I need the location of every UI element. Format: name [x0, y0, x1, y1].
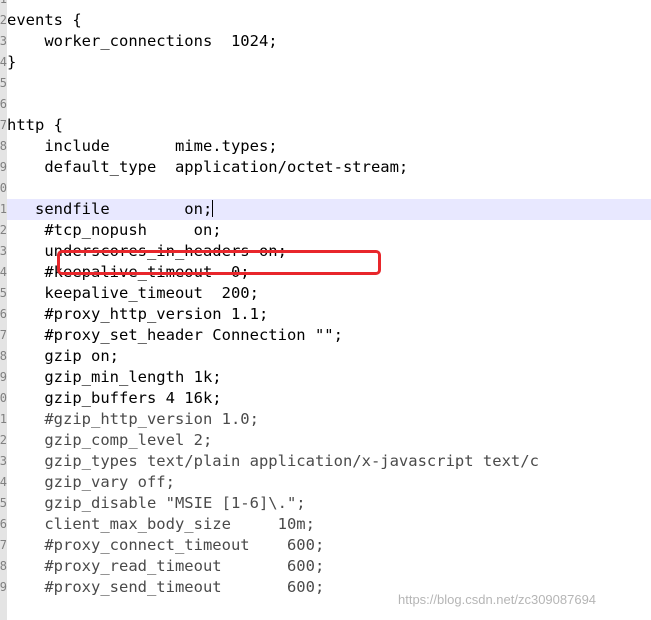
code-line[interactable]: gzip_comp_level 2; [7, 430, 651, 451]
code-line-text: gzip_vary off; [7, 473, 175, 491]
code-line[interactable]: gzip_types text/plain application/x-java… [7, 451, 651, 472]
line-number: 6 [0, 517, 7, 531]
line-number-gutter: 1 2 3 4 5 6 7 8 9 0 1 2 3 4 5 6 7 8 9 0 1 2 3 4 5 6 7 8 9 [0, 0, 7, 620]
line-number: 3 [0, 244, 7, 258]
code-line[interactable]: #tcp_nopush on; [7, 220, 651, 241]
code-line[interactable]: keepalive_timeout 200; [7, 283, 651, 304]
code-line[interactable]: #proxy_connect_timeout 600; [7, 535, 651, 556]
line-number: 2 [0, 433, 7, 447]
line-number: 8 [0, 139, 7, 153]
line-number: 2 [0, 223, 7, 237]
code-line[interactable]: gzip on; [7, 346, 651, 367]
line-number: 0 [0, 391, 7, 405]
code-line[interactable]: #proxy_set_header Connection ""; [7, 325, 651, 346]
code-line[interactable]: #gzip_http_version 1.0; [7, 409, 651, 430]
line-number: 9 [0, 580, 7, 594]
line-number: 1 [0, 202, 7, 216]
line-number: 3 [0, 454, 7, 468]
code-line[interactable] [7, 0, 651, 10]
code-line[interactable]: include mime.types; [7, 136, 651, 157]
code-line-text: include mime.types; [7, 137, 278, 155]
code-line-text: sendfile on; [7, 200, 213, 218]
code-line[interactable]: gzip_disable "MSIE [1-6]\."; [7, 493, 651, 514]
code-line-text: client_max_body_size 10m; [7, 515, 315, 533]
code-line-text: keepalive_timeout 200; [7, 284, 259, 302]
code-line-text: #proxy_http_version 1.1; [7, 305, 269, 323]
line-number: 5 [0, 76, 7, 90]
line-number: 5 [0, 496, 7, 510]
code-line[interactable]: #keepalive_timeout 0; [7, 262, 651, 283]
code-line[interactable] [7, 94, 651, 115]
line-number: 7 [0, 328, 7, 342]
code-line-text: gzip on; [7, 347, 119, 365]
code-line-text: gzip_disable "MSIE [1-6]\."; [7, 494, 306, 512]
line-number: 1 [0, 412, 7, 426]
line-number: 4 [0, 265, 7, 279]
code-line[interactable]: } [7, 52, 651, 73]
code-editor[interactable]: 1 2 3 4 5 6 7 8 9 0 1 2 3 4 5 6 7 8 9 0 1 2 3 4 5 6 7 8 9 events { w… [0, 0, 651, 620]
code-line[interactable]: gzip_vary off; [7, 472, 651, 493]
code-line-text: } [7, 53, 17, 71]
line-number: 6 [0, 97, 7, 111]
line-number: 4 [0, 55, 7, 69]
line-number: 6 [0, 307, 7, 321]
line-number: 7 [0, 538, 7, 552]
code-line[interactable]: client_max_body_size 10m; [7, 514, 651, 535]
code-line-text: #proxy_read_timeout 600; [7, 557, 325, 575]
code-line-text: #gzip_http_version 1.0; [7, 410, 259, 428]
code-line[interactable]: http { [7, 115, 651, 136]
line-number: 8 [0, 349, 7, 363]
code-line-text: gzip_types text/plain application/x-java… [7, 452, 539, 470]
line-number: 0 [0, 181, 7, 195]
code-line[interactable] [7, 178, 651, 199]
code-line-text: #tcp_nopush on; [7, 221, 222, 239]
line-number: 9 [0, 160, 7, 174]
code-line[interactable]: worker_connections 1024; [7, 31, 651, 52]
code-line-text: worker_connections 1024; [7, 32, 278, 50]
line-number: 3 [0, 34, 7, 48]
code-line[interactable]: sendfile on; [7, 199, 651, 220]
code-line[interactable]: gzip_min_length 1k; [7, 367, 651, 388]
line-number: 8 [0, 559, 7, 573]
code-line-text: #proxy_connect_timeout 600; [7, 536, 325, 554]
code-line[interactable] [7, 73, 651, 94]
code-line-text: gzip_buffers 4 16k; [7, 389, 222, 407]
code-line-text: underscores_in_headers on; [7, 242, 287, 260]
line-number: 2 [0, 13, 7, 27]
line-number: 1 [0, 0, 7, 10]
code-line-text: gzip_comp_level 2; [7, 431, 213, 449]
code-line[interactable]: gzip_buffers 4 16k; [7, 388, 651, 409]
code-line[interactable]: events { [7, 10, 651, 31]
line-number: 4 [0, 475, 7, 489]
code-line-text: default_type application/octet-stream; [7, 158, 409, 176]
code-line[interactable]: default_type application/octet-stream; [7, 157, 651, 178]
code-line-text: #proxy_send_timeout 600; [7, 578, 325, 596]
code-area[interactable]: events { worker_connections 1024;} http {… [7, 0, 651, 620]
line-number: 5 [0, 286, 7, 300]
code-line-text: gzip_min_length 1k; [7, 368, 222, 386]
code-line-text: http { [7, 116, 63, 134]
text-caret [212, 200, 214, 217]
watermark-text: https://blog.csdn.net/zc309087694 [398, 592, 597, 607]
line-number: 7 [0, 118, 7, 132]
code-line[interactable]: #proxy_read_timeout 600; [7, 556, 651, 577]
line-number: 9 [0, 370, 7, 384]
highlighted-code-line[interactable]: underscores_in_headers on; [7, 241, 651, 262]
code-line-text: events { [7, 11, 82, 29]
code-line-text: #keepalive_timeout 0; [7, 263, 250, 281]
code-line[interactable]: #proxy_http_version 1.1; [7, 304, 651, 325]
code-line-text: #proxy_set_header Connection ""; [7, 326, 343, 344]
